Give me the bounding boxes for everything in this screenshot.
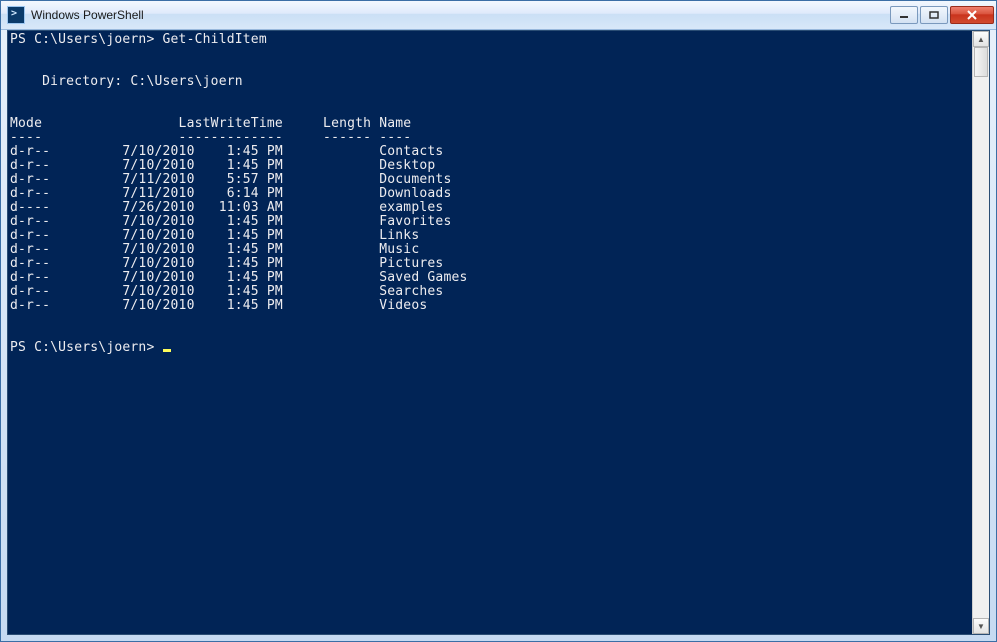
window-controls — [890, 6, 994, 24]
client-area: PS C:\Users\joern> Get-ChildItem Directo… — [7, 30, 990, 635]
console-wrap: PS C:\Users\joern> Get-ChildItem Directo… — [8, 31, 989, 634]
close-button[interactable] — [950, 6, 994, 24]
cursor — [163, 349, 171, 352]
scroll-down-button[interactable]: ▼ — [973, 618, 989, 634]
minimize-button[interactable] — [890, 6, 918, 24]
vertical-scrollbar[interactable]: ▲ ▼ — [972, 31, 989, 634]
window-title: Windows PowerShell — [31, 8, 890, 22]
titlebar[interactable]: Windows PowerShell — [1, 1, 996, 30]
scroll-up-button[interactable]: ▲ — [973, 31, 989, 47]
powershell-icon — [7, 6, 25, 24]
window-frame: Windows PowerShell PS C:\Users\joern> Ge… — [0, 0, 997, 642]
maximize-button[interactable] — [920, 6, 948, 24]
console-output[interactable]: PS C:\Users\joern> Get-ChildItem Directo… — [8, 31, 972, 634]
scroll-thumb[interactable] — [974, 47, 988, 77]
